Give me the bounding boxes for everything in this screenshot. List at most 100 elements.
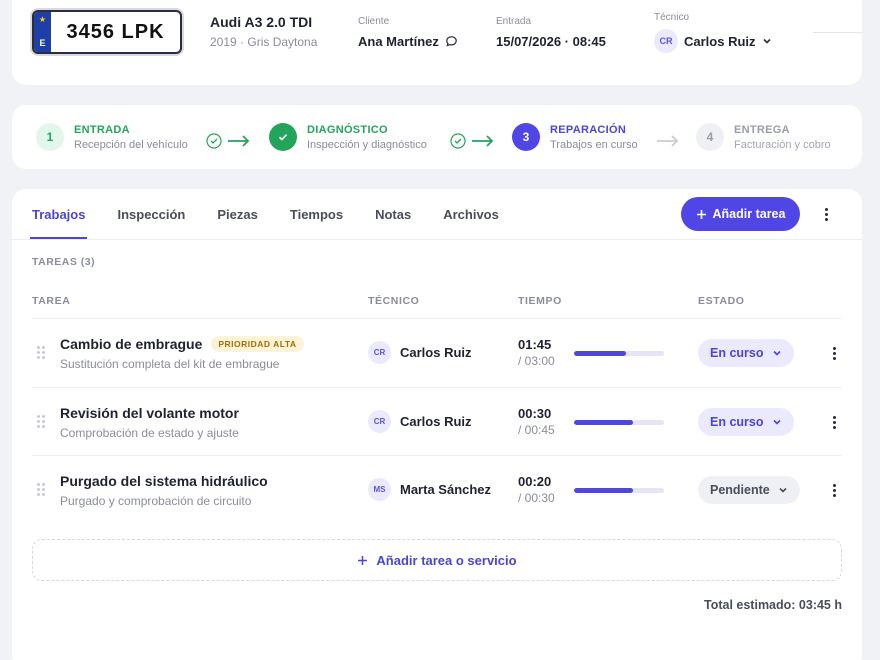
tab-bar: Trabajos Inspección Piezas Tiempos Notas…	[29, 189, 531, 239]
chevron-down-icon	[772, 350, 781, 356]
more-options-icon[interactable]	[818, 205, 834, 223]
col-header-task: TAREA	[32, 295, 71, 307]
step-done-arrow-icon	[450, 133, 494, 149]
task-title-wrap: Cambio de embrague PRIORIDAD ALTA	[60, 336, 304, 352]
task-title: Purgado del sistema hidráulico	[60, 473, 268, 489]
plate-number: 3456 LPK	[66, 20, 165, 43]
col-header-tech: TÉCNICO	[368, 295, 420, 307]
task-description: Comprobación de estado y ajuste	[60, 426, 239, 440]
row-options-icon[interactable]	[828, 344, 840, 362]
tab-archivos[interactable]: Archivos	[443, 189, 499, 239]
tab-notas[interactable]: Notas	[375, 189, 411, 239]
progress-stepper: 1 ENTRADA Recepción del vehículo DIAGNÓS…	[12, 105, 862, 169]
step-number: 3	[512, 123, 540, 151]
time-estimate: / 03:00	[518, 354, 555, 368]
client-name: Ana Martínez	[358, 34, 439, 49]
vehicle-header: ★ E 3456 LPK Audi A3 2.0 TDI 2019 · Gris…	[12, 0, 862, 85]
chevron-down-icon	[762, 38, 771, 44]
avatar: CR	[368, 341, 391, 364]
eu-band: ★ E	[34, 12, 51, 52]
step-subtitle: Trabajos en curso	[550, 138, 638, 151]
tab-tiempos[interactable]: Tiempos	[290, 189, 343, 239]
step-subtitle: Recepción del vehículo	[74, 138, 188, 151]
status-label: En curso	[710, 415, 764, 429]
tab-trabajos[interactable]: Trabajos	[29, 189, 88, 239]
task-description: Sustitución completa del kit de embrague	[60, 357, 280, 371]
row-options-icon[interactable]	[828, 481, 840, 499]
tab-piezas[interactable]: Piezas	[217, 189, 257, 239]
status-dropdown[interactable]: En curso	[698, 408, 794, 436]
step-entrega[interactable]: 4 ENTREGA Facturación y cobro	[696, 123, 831, 151]
step-done-arrow-icon	[206, 133, 250, 149]
task-tech: CR Carlos Ruiz	[368, 341, 472, 364]
col-header-time: TIEMPO	[518, 295, 562, 307]
status-label: Pendiente	[710, 483, 770, 497]
chevron-down-icon	[772, 419, 781, 425]
add-service-button[interactable]: Añadir tarea o servicio	[32, 539, 842, 581]
tech-name: Carlos Ruiz	[400, 414, 472, 429]
chat-icon[interactable]	[445, 35, 458, 48]
add-service-label: Añadir tarea o servicio	[376, 552, 517, 568]
drag-handle-icon[interactable]	[37, 483, 45, 496]
task-title: Cambio de embrague	[60, 336, 203, 352]
drag-handle-icon[interactable]	[37, 415, 45, 428]
time-progress-bar	[574, 351, 664, 356]
tab-inspeccion[interactable]: Inspección	[117, 189, 185, 239]
task-tech: CR Carlos Ruiz	[368, 410, 472, 433]
priority-badge: PRIORIDAD ALTA	[211, 336, 304, 352]
estimated-total: Total estimado: 03:45 h	[704, 598, 842, 612]
task-description: Purgado y comprobación de circuito	[60, 494, 252, 508]
time-progress-bar	[574, 488, 664, 493]
table-row[interactable]: Revisión del volante motor Comprobación …	[32, 388, 842, 456]
table-row[interactable]: Cambio de embrague PRIORIDAD ALTA Sustit…	[32, 319, 842, 387]
task-tech: MS Marta Sánchez	[368, 478, 491, 501]
task-title: Revisión del volante motor	[60, 405, 239, 421]
client-value[interactable]: Ana Martínez	[358, 34, 458, 49]
plus-icon	[358, 555, 368, 565]
col-header-status: ESTADO	[698, 295, 745, 307]
step-subtitle: Inspección y diagnóstico	[307, 138, 427, 151]
tech-name: Marta Sánchez	[400, 482, 492, 497]
tech-name: Carlos Ruiz	[400, 345, 472, 360]
row-options-icon[interactable]	[828, 413, 840, 431]
time-spent: 01:45	[518, 337, 552, 352]
tech-name: Carlos Ruiz	[684, 33, 756, 49]
check-icon	[269, 123, 297, 151]
time-progress-bar	[574, 420, 664, 425]
time-spent: 00:20	[518, 474, 552, 489]
step-number: 1	[36, 123, 64, 151]
add-task-label: Añadir tarea	[712, 207, 786, 221]
step-diagnostico[interactable]: DIAGNÓSTICO Inspección y diagnóstico	[269, 123, 427, 151]
vehicle-subtitle: 2019 · Gris Daytona	[210, 35, 318, 49]
time-estimate: / 00:45	[518, 423, 555, 437]
client-label: Cliente	[358, 16, 390, 27]
step-number: 4	[696, 123, 724, 151]
progress-fill	[574, 420, 634, 425]
status-dropdown[interactable]: En curso	[698, 339, 794, 367]
arrow-right-icon	[657, 135, 679, 147]
task-title-wrap: Revisión del volante motor	[60, 405, 239, 421]
plus-icon	[696, 209, 706, 219]
vehicle-title: Audi A3 2.0 TDI	[210, 14, 313, 30]
step-entrada[interactable]: 1 ENTRADA Recepción del vehículo	[36, 123, 188, 151]
drag-handle-icon[interactable]	[37, 346, 45, 359]
section-label: TAREAS (3)	[32, 256, 96, 268]
divider	[813, 32, 862, 33]
entry-label: Entrada	[496, 16, 532, 27]
avatar: CR	[654, 29, 678, 53]
table-row[interactable]: Purgado del sistema hidráulico Purgado y…	[32, 456, 842, 524]
step-title: ENTRADA	[74, 123, 130, 136]
add-task-button[interactable]: Añadir tarea	[681, 197, 800, 231]
status-dropdown[interactable]: Pendiente	[698, 476, 800, 504]
task-time: 00:30 / 00:45	[518, 406, 555, 437]
task-time: 00:20 / 00:30	[518, 474, 555, 505]
task-title-wrap: Purgado del sistema hidráulico	[60, 473, 268, 489]
time-estimate: / 00:30	[518, 491, 555, 505]
time-spent: 00:30	[518, 406, 552, 421]
chevron-down-icon	[779, 487, 787, 493]
step-reparacion[interactable]: 3 REPARACIÓN Trabajos en curso	[512, 123, 638, 151]
plate-country: E	[39, 38, 46, 48]
tech-label: Técnico	[654, 12, 690, 23]
tech-selector[interactable]: CR Carlos Ruiz	[654, 29, 772, 53]
eu-stars-icon: ★	[38, 15, 47, 24]
